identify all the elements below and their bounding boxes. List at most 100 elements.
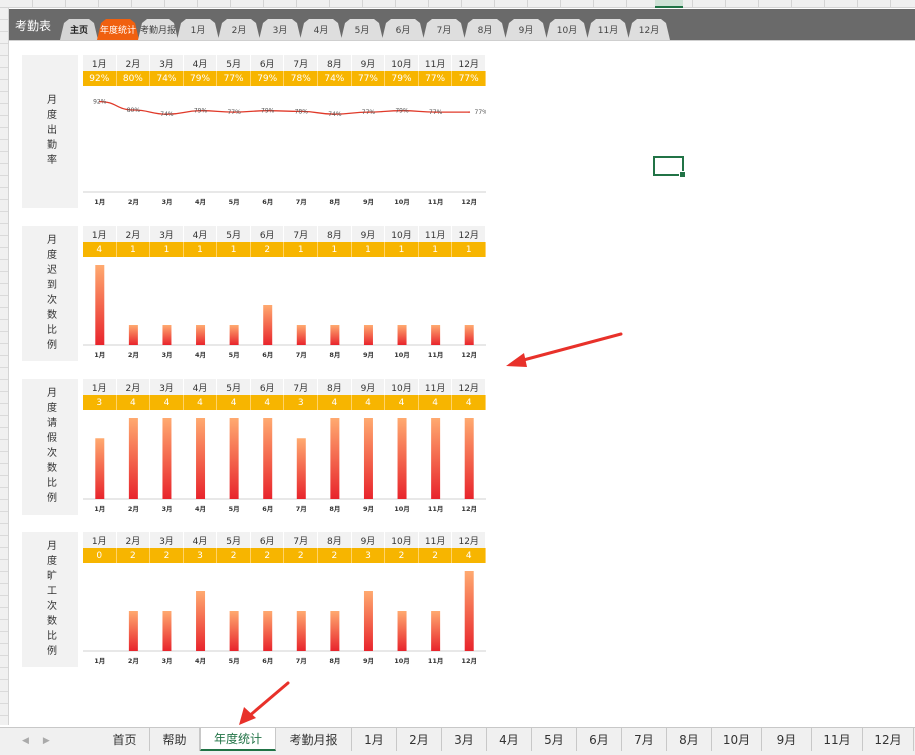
- month-header-cell[interactable]: 5月: [217, 532, 251, 548]
- value-cell[interactable]: 3: [83, 395, 117, 410]
- month-header-cell[interactable]: 8月: [318, 532, 352, 548]
- sheet-tab[interactable]: 2月: [397, 728, 442, 751]
- bar[interactable]: [296, 611, 306, 651]
- value-cell[interactable]: 2: [418, 548, 453, 563]
- month-header-cell[interactable]: 12月: [452, 55, 486, 71]
- month-header-cell[interactable]: 12月: [452, 532, 486, 548]
- month-header-cell[interactable]: 2月: [116, 532, 151, 548]
- bar[interactable]: [363, 418, 373, 499]
- month-header-cell[interactable]: 1月: [83, 226, 117, 242]
- value-cell[interactable]: 3: [351, 548, 386, 563]
- month-header-cell[interactable]: 7月: [284, 55, 319, 71]
- sheet-tab[interactable]: 5月: [532, 728, 577, 751]
- value-cell[interactable]: 4: [116, 395, 151, 410]
- value-cell[interactable]: 4: [150, 395, 184, 410]
- month-header-cell[interactable]: 7月: [284, 532, 319, 548]
- nav-tab[interactable]: 12月: [628, 19, 670, 40]
- bar[interactable]: [464, 571, 474, 651]
- month-header-cell[interactable]: 10月: [385, 532, 419, 548]
- bar[interactable]: [464, 325, 474, 345]
- value-cell[interactable]: 3: [183, 548, 218, 563]
- value-cell[interactable]: 1: [150, 242, 184, 257]
- bar[interactable]: [229, 325, 239, 345]
- month-header-cell[interactable]: 11月: [418, 532, 453, 548]
- bar[interactable]: [431, 611, 441, 651]
- month-header-cell[interactable]: 10月: [385, 55, 419, 71]
- month-header-cell[interactable]: 5月: [217, 226, 251, 242]
- row-header-bar[interactable]: [0, 8, 9, 725]
- value-cell[interactable]: 1: [318, 242, 352, 257]
- value-cell[interactable]: 1: [418, 242, 453, 257]
- nav-tab[interactable]: 2月: [218, 19, 260, 40]
- nav-tab[interactable]: 1月: [177, 19, 219, 40]
- value-cell[interactable]: 92%: [83, 71, 117, 86]
- month-header-cell[interactable]: 5月: [217, 55, 251, 71]
- bar[interactable]: [128, 325, 138, 345]
- sheet-tab[interactable]: 1月: [352, 728, 397, 751]
- value-cell[interactable]: 80%: [116, 71, 151, 86]
- value-cell[interactable]: 79%: [385, 71, 419, 86]
- month-header-cell[interactable]: 10月: [385, 379, 419, 395]
- value-cell[interactable]: 4: [452, 548, 486, 563]
- value-cell[interactable]: 4: [318, 395, 352, 410]
- value-cell[interactable]: 74%: [318, 71, 352, 86]
- month-header-cell[interactable]: 1月: [83, 55, 117, 71]
- month-header-cell[interactable]: 2月: [116, 379, 151, 395]
- value-cell[interactable]: 4: [452, 395, 486, 410]
- bar[interactable]: [95, 265, 105, 345]
- month-header-cell[interactable]: 1月: [83, 532, 117, 548]
- bar[interactable]: [263, 611, 273, 651]
- value-cell[interactable]: 2: [150, 548, 184, 563]
- nav-tab[interactable]: 主页: [60, 19, 98, 40]
- month-header-cell[interactable]: 7月: [284, 226, 319, 242]
- month-header-cell[interactable]: 5月: [217, 379, 251, 395]
- month-header-cell[interactable]: 2月: [116, 226, 151, 242]
- sheet-tab[interactable]: 3月: [442, 728, 487, 751]
- nav-tab[interactable]: 年度统计: [97, 19, 139, 40]
- month-header-cell[interactable]: 9月: [351, 226, 386, 242]
- bar[interactable]: [162, 325, 172, 345]
- bar[interactable]: [229, 611, 239, 651]
- bar[interactable]: [330, 418, 340, 499]
- bar[interactable]: [363, 591, 373, 651]
- bar[interactable]: [296, 438, 306, 499]
- sheet-tab[interactable]: 11月: [812, 728, 863, 751]
- value-cell[interactable]: 77%: [452, 71, 486, 86]
- month-header-cell[interactable]: 6月: [250, 532, 285, 548]
- month-header-cell[interactable]: 3月: [150, 55, 184, 71]
- bar[interactable]: [196, 325, 206, 345]
- value-cell[interactable]: 2: [116, 548, 151, 563]
- month-header-cell[interactable]: 12月: [452, 379, 486, 395]
- month-header-cell[interactable]: 4月: [183, 532, 218, 548]
- bar[interactable]: [263, 418, 273, 499]
- month-header-cell[interactable]: 2月: [116, 55, 151, 71]
- nav-tab[interactable]: 10月: [546, 19, 588, 40]
- month-header-cell[interactable]: 3月: [150, 532, 184, 548]
- value-cell[interactable]: 4: [418, 395, 453, 410]
- month-header-cell[interactable]: 4月: [183, 379, 218, 395]
- value-cell[interactable]: 4: [217, 395, 251, 410]
- value-cell[interactable]: 77%: [351, 71, 386, 86]
- sheet-tab[interactable]: 帮助: [150, 728, 200, 751]
- value-cell[interactable]: 1: [452, 242, 486, 257]
- bar[interactable]: [95, 438, 105, 499]
- bar[interactable]: [296, 325, 306, 345]
- month-header-cell[interactable]: 9月: [351, 55, 386, 71]
- month-header-cell[interactable]: 6月: [250, 55, 285, 71]
- month-header-cell[interactable]: 8月: [318, 379, 352, 395]
- nav-tab[interactable]: 3月: [259, 19, 301, 40]
- nav-tab[interactable]: 6月: [382, 19, 424, 40]
- nav-tab[interactable]: 8月: [464, 19, 506, 40]
- value-cell[interactable]: 1: [385, 242, 419, 257]
- month-header-cell[interactable]: 9月: [351, 532, 386, 548]
- sheet-tab[interactable]: 首页: [100, 728, 150, 751]
- nav-tab[interactable]: 9月: [505, 19, 547, 40]
- value-cell[interactable]: 1: [284, 242, 319, 257]
- value-cell[interactable]: 4: [183, 395, 218, 410]
- value-cell[interactable]: 1: [351, 242, 386, 257]
- value-cell[interactable]: 74%: [150, 71, 184, 86]
- bar[interactable]: [397, 418, 407, 499]
- nav-tab[interactable]: 7月: [423, 19, 465, 40]
- bar[interactable]: [431, 418, 441, 499]
- value-cell[interactable]: 1: [217, 242, 251, 257]
